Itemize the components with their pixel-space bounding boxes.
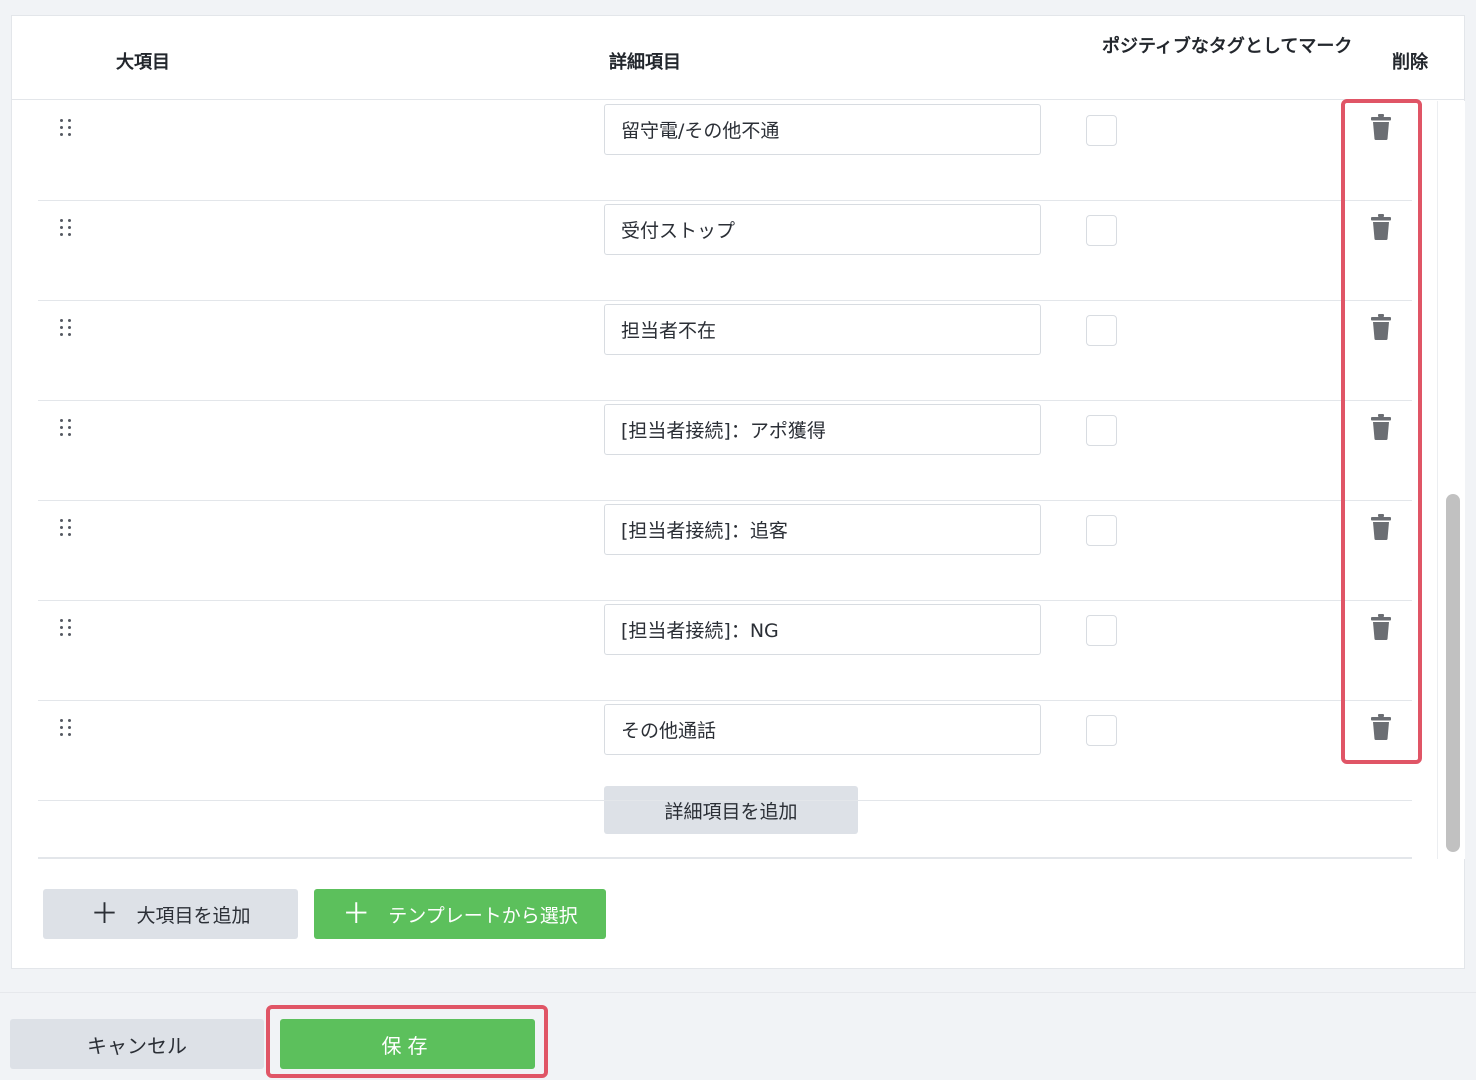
plus-icon: ＋ (90, 897, 119, 930)
header-category: 大項目 (116, 52, 170, 73)
trash-icon[interactable] (1369, 513, 1393, 541)
table-header: 大項目 詳細項目 ポジティブなタグとしてマーク 削除 (12, 16, 1464, 100)
positive-tag-checkbox[interactable] (1086, 515, 1117, 546)
drag-handle-icon[interactable] (60, 619, 72, 639)
plus-icon: ＋ (342, 897, 371, 930)
trash-icon[interactable] (1369, 713, 1393, 741)
trash-icon[interactable] (1369, 613, 1393, 641)
table-row (38, 501, 1412, 601)
detail-item-input[interactable] (604, 704, 1041, 755)
table-row (38, 101, 1412, 201)
detail-rows: 詳細項目を追加 (12, 101, 1442, 859)
bottom-action-bar: キャンセル 保存 (0, 992, 1476, 1080)
table-row (38, 301, 1412, 401)
table-row (38, 201, 1412, 301)
save-button[interactable]: 保存 (280, 1019, 535, 1069)
header-detail: 詳細項目 (609, 52, 681, 73)
drag-handle-icon[interactable] (60, 519, 72, 539)
detail-item-input[interactable] (604, 304, 1041, 355)
trash-icon[interactable] (1369, 213, 1393, 241)
trash-icon[interactable] (1369, 113, 1393, 141)
positive-tag-checkbox[interactable] (1086, 715, 1117, 746)
detail-item-input[interactable] (604, 404, 1041, 455)
header-delete: 削除 (1392, 52, 1428, 73)
detail-item-input[interactable] (604, 204, 1041, 255)
header-positive: ポジティブなタグとしてマーク (1102, 36, 1353, 57)
select-template-label: テンプレートから選択 (388, 904, 578, 927)
scrollbar[interactable] (1437, 101, 1465, 859)
positive-tag-checkbox[interactable] (1086, 215, 1117, 246)
cancel-button[interactable]: キャンセル (10, 1019, 264, 1069)
detail-item-input[interactable] (604, 504, 1041, 555)
positive-tag-checkbox[interactable] (1086, 115, 1117, 146)
add-category-button[interactable]: ＋ 大項目を追加 (43, 889, 298, 939)
drag-handle-icon[interactable] (60, 719, 72, 739)
drag-handle-icon[interactable] (60, 419, 72, 439)
positive-tag-checkbox[interactable] (1086, 315, 1117, 346)
table-row (38, 701, 1412, 801)
table-row (38, 401, 1412, 501)
add-category-label: 大項目を追加 (136, 904, 251, 927)
drag-handle-icon[interactable] (60, 119, 72, 139)
drag-handle-icon[interactable] (60, 319, 72, 339)
divider (38, 857, 1412, 859)
drag-handle-icon[interactable] (60, 219, 72, 239)
select-template-button[interactable]: ＋ テンプレートから選択 (314, 889, 606, 939)
trash-icon[interactable] (1369, 313, 1393, 341)
edit-panel: 大項目 詳細項目 ポジティブなタグとしてマーク 削除 詳細項目を追加 ＋ 大項目… (11, 15, 1465, 969)
detail-item-input[interactable] (604, 604, 1041, 655)
scrollbar-thumb[interactable] (1446, 494, 1460, 852)
positive-tag-checkbox[interactable] (1086, 415, 1117, 446)
detail-item-input[interactable] (604, 104, 1041, 155)
table-row (38, 601, 1412, 701)
positive-tag-checkbox[interactable] (1086, 615, 1117, 646)
trash-icon[interactable] (1369, 413, 1393, 441)
